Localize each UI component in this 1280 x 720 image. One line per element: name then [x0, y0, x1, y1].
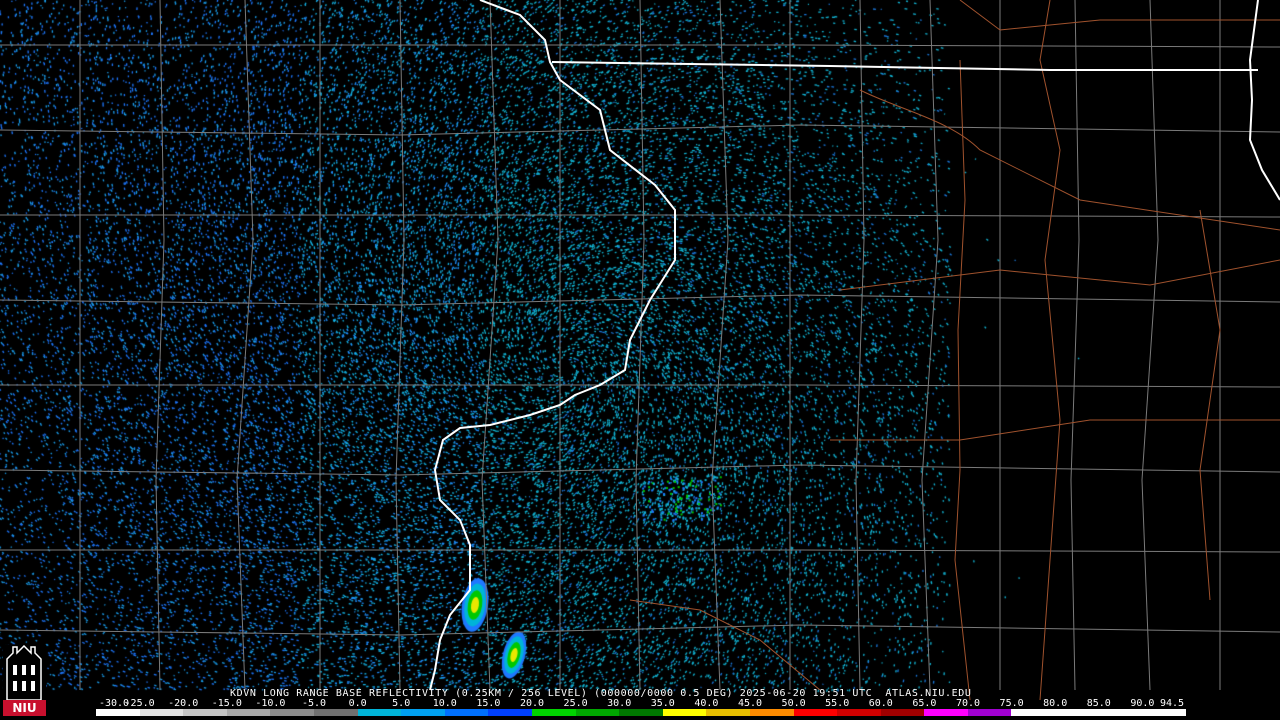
highways — [629, 0, 1280, 701]
scale-label: 10.0 — [432, 698, 457, 709]
scale-color-cell — [1098, 709, 1143, 716]
scale-label: 90.0 — [1130, 698, 1155, 709]
scale-color-cell — [96, 709, 140, 716]
scale-label: 60.0 — [868, 698, 893, 709]
scale-color-cell — [575, 709, 620, 716]
scale-label: 55.0 — [825, 698, 850, 709]
scale-color-cell — [706, 709, 750, 716]
scale-color-cell — [967, 709, 1012, 716]
scale-label: 65.0 — [912, 698, 937, 709]
scale-color-cell — [226, 709, 271, 716]
scale-label: -15.0 — [211, 698, 242, 709]
niu-logo-text: NIU — [3, 700, 46, 716]
scale-label: -25.0 — [124, 698, 155, 709]
scale-label: 50.0 — [781, 698, 806, 709]
state-borders — [429, 0, 1280, 691]
scale-label: 80.0 — [1043, 698, 1068, 709]
scale-color-cell — [837, 709, 881, 716]
scale-label: -20.0 — [168, 698, 199, 709]
scale-label: 35.0 — [650, 698, 675, 709]
scale-label: 40.0 — [694, 698, 719, 709]
scale-color-cell — [531, 709, 576, 716]
scale-color-cell — [662, 709, 707, 716]
scale-color-cell — [313, 709, 358, 716]
scale-color-cell — [1011, 709, 1056, 716]
reflectivity-scale-labels: -30.0 -25.0 -20.0 -15.0 -10.0 -5.0 0.0 5.0 10.0 1… — [96, 698, 1186, 709]
scale-color-cell — [488, 709, 532, 716]
scale-label: 5.0 — [392, 698, 411, 709]
scale-color-cell — [139, 709, 184, 716]
scale-label: -10.0 — [255, 698, 286, 709]
reflectivity-color-bar — [96, 709, 1186, 716]
scale-color-cell — [1142, 709, 1186, 716]
scale-color-cell — [183, 709, 227, 716]
scale-color-cell — [1055, 709, 1099, 716]
scale-label: 0.0 — [348, 698, 367, 709]
scale-label: -5.0 — [301, 698, 327, 709]
county-lines — [0, 0, 1280, 691]
scale-label: 75.0 — [999, 698, 1024, 709]
scale-color-cell — [880, 709, 925, 716]
scale-label: 45.0 — [737, 698, 763, 709]
scale-color-cell — [444, 709, 489, 716]
scale-color-cell — [619, 709, 663, 716]
scale-label: 85.0 — [1086, 698, 1111, 709]
scale-label: 20.0 — [519, 698, 545, 709]
scale-color-cell — [357, 709, 402, 716]
scale-color-cell — [924, 709, 968, 716]
scale-label: 25.0 — [563, 698, 588, 709]
scale-color-cell — [401, 709, 445, 716]
scale-label: 15.0 — [476, 698, 501, 709]
scale-label: 94.5 — [1159, 698, 1185, 709]
scale-color-cell — [749, 709, 794, 716]
map-overlay — [0, 0, 1280, 701]
scale-label: 30.0 — [607, 698, 632, 709]
scale-label: 70.0 — [955, 698, 981, 709]
scale-color-cell — [270, 709, 314, 716]
scale-color-cell — [793, 709, 838, 716]
